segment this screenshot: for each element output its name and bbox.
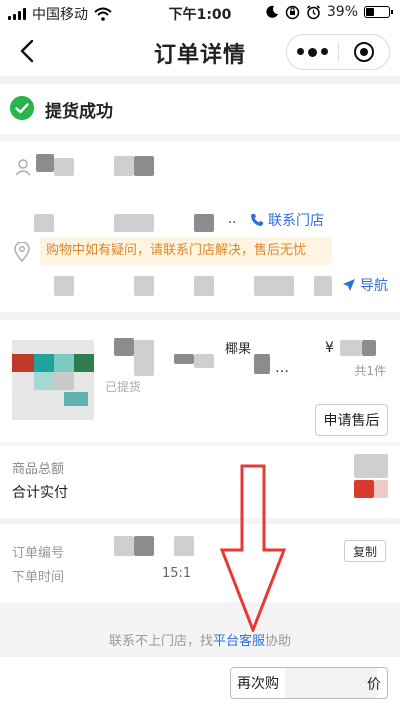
contact-store-link[interactable]: 联系门店 (250, 210, 324, 230)
product-image[interactable] (12, 340, 94, 420)
customer-service-note: 联系不上门店，找平台客服协助 (0, 630, 400, 649)
product-name: 椰果 (225, 342, 252, 357)
product-price: ¥ (325, 340, 334, 356)
ellipsis-text: .. (228, 212, 237, 227)
order-number-label: 订单编号 (12, 546, 65, 561)
order-time-label: 下单时间 (12, 570, 65, 585)
redacted-block (362, 340, 376, 356)
alarm-icon (306, 4, 320, 19)
redacted-block (285, 668, 377, 698)
buy-again-button[interactable]: 再次购 价 (230, 667, 388, 699)
order-status-text: 提货成功 (45, 102, 113, 122)
redacted-block (194, 276, 214, 296)
person-icon (15, 159, 31, 176)
service-notice: 购物中如有疑问，请联系门店解决，售后无忧 (40, 237, 332, 265)
platform-service-link[interactable]: 平台客服 (213, 634, 265, 649)
redacted-block (34, 214, 54, 232)
product-quantity: 共1件 (354, 364, 386, 378)
contact-store-label: 联系门店 (268, 213, 324, 229)
redacted-block (54, 276, 74, 296)
battery-fill (366, 8, 374, 16)
redacted-block (114, 214, 154, 232)
note-text-after: 协助 (265, 634, 292, 649)
goods-total-label: 商品总额 (12, 462, 65, 477)
redacted-block (114, 338, 134, 356)
product-pickup-state: 已提货 (105, 380, 142, 394)
copy-order-number-button[interactable]: 复制 (344, 540, 386, 562)
redacted-block (340, 340, 362, 356)
annotation-down-arrow (219, 464, 287, 632)
redacted-block (54, 158, 74, 176)
order-time-value: 15:1 (162, 566, 192, 581)
redacted-block (174, 354, 194, 364)
navigation-arrow-icon (343, 279, 355, 291)
redacted-block (354, 480, 374, 498)
target-circle-icon[interactable] (338, 42, 389, 62)
battery-percent: 39% (326, 4, 358, 20)
redacted-block (114, 536, 134, 556)
mini-program-capsule (286, 34, 390, 70)
product-card: 椰果 … ¥ 共1件 已提货 申请售后 (0, 320, 400, 442)
redacted-block (254, 276, 294, 296)
redacted-block (194, 354, 214, 368)
navigate-link[interactable]: 导航 (342, 275, 388, 295)
battery-icon (364, 6, 393, 18)
order-info-card: 订单编号 下单时间 15:1 复制 (0, 524, 400, 602)
status-bar: 中国移动 下午1:00 39% (0, 0, 400, 26)
redacted-block (314, 276, 332, 296)
redacted-block (374, 480, 388, 498)
redacted-block (134, 276, 154, 296)
location-pin-icon (14, 242, 30, 262)
buy-again-label: 再次购 (237, 676, 279, 692)
store-address-card: .. 联系门店 购物中如有疑问，请联系门店解决，售后无忧 导航 (0, 142, 400, 312)
note-text-before: 联系不上门店，找 (108, 634, 213, 649)
bottom-action-bar: 再次购 价 (0, 656, 400, 710)
redacted-block (114, 156, 134, 176)
redacted-block (194, 214, 214, 232)
check-circle-icon (10, 96, 34, 120)
redacted-block (174, 536, 194, 556)
actual-paid-label: 合计实付 (12, 485, 68, 501)
redacted-block (36, 154, 54, 172)
redacted-block (254, 354, 270, 374)
apply-after-sale-button[interactable]: 申请售后 (315, 404, 388, 436)
redacted-block (134, 156, 154, 176)
navigation-bar: 订单详情 (0, 26, 400, 76)
redacted-block (354, 454, 388, 478)
redacted-block (134, 536, 154, 556)
lock-rotation-icon (285, 5, 300, 19)
order-status-card: 提货成功 (0, 84, 400, 134)
moon-icon (266, 5, 278, 18)
redacted-block (134, 340, 154, 376)
totals-card: 商品总额 合计实付 (0, 446, 400, 518)
more-dots-icon[interactable] (287, 47, 338, 57)
buy-again-tail: 价 (367, 677, 381, 693)
price-symbol: ¥ (325, 340, 334, 356)
navigate-label: 导航 (360, 278, 388, 294)
phone-icon (251, 214, 263, 226)
product-ellipsis: … (275, 360, 289, 376)
